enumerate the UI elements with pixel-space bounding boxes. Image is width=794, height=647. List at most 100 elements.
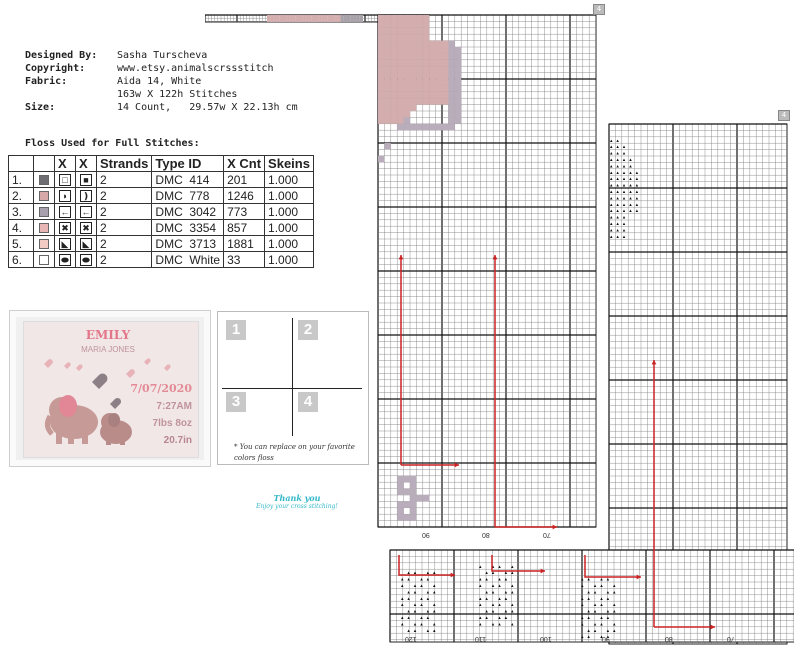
- pink-stitch: [403, 66, 410, 73]
- gray-stitch: [448, 40, 455, 47]
- pink-stitch: [442, 79, 449, 86]
- pink-stitch: [403, 98, 410, 105]
- pink-stitch: [384, 104, 391, 111]
- pink-stitch: [435, 40, 442, 47]
- gray-stitch: [422, 123, 430, 131]
- floss-color-swatch: [33, 219, 55, 236]
- top-strip-stitch: [311, 15, 315, 22]
- pink-stitch: [442, 91, 449, 99]
- pink-stitch: [442, 40, 449, 47]
- preview-canvas: EMILY MARIA JONES 7/07/2020 7:27AM 7lbs …: [23, 321, 199, 458]
- digit-stitch: [397, 501, 404, 508]
- gray-stitch: [448, 104, 455, 111]
- pink-stitch: [435, 59, 442, 67]
- gray-stitch: [448, 47, 455, 54]
- gray-stitch: [454, 66, 462, 73]
- info-label: Size:: [25, 102, 56, 113]
- pink-stitch: [410, 15, 417, 22]
- floss-symbol-a: ⬬: [54, 251, 76, 268]
- top-strip-stitch: [267, 15, 271, 22]
- top-strip-stitch: [292, 15, 296, 22]
- preview-date: 7/07/2020: [130, 382, 192, 395]
- gray-stitch: [448, 79, 455, 86]
- pink-stitch: [390, 47, 398, 54]
- pink-stitch: [410, 53, 417, 60]
- pink-stitch: [378, 21, 385, 28]
- info-label: Fabric:: [25, 76, 68, 87]
- pink-stitch: [435, 53, 442, 60]
- floss-symbol-b: ◣: [75, 235, 97, 252]
- digit-stitch: [410, 514, 417, 521]
- pink-stitch: [384, 72, 391, 79]
- pink-stitch: [410, 40, 417, 47]
- preview-time: 7:27AM: [156, 401, 192, 412]
- pink-stitch: [384, 34, 391, 41]
- pink-stitch: [410, 85, 417, 92]
- digit-stitch: [403, 475, 410, 483]
- header-color: [33, 155, 55, 172]
- pink-stitch: [422, 85, 430, 92]
- pink-stitch: [384, 79, 391, 86]
- top-strip-stitch: [359, 15, 363, 22]
- pink-stitch: [435, 91, 442, 99]
- pink-stitch: [410, 47, 417, 54]
- floss-color-swatch: [33, 203, 55, 220]
- pink-stitch: [422, 98, 430, 105]
- preview-length: 20.7in: [164, 435, 192, 446]
- preview-weight: 7lbs 8oz: [153, 418, 192, 429]
- floss-num: 3.: [8, 203, 34, 220]
- pink-stitch: [422, 34, 430, 41]
- pink-stitch: [410, 34, 417, 41]
- digit-stitch: [403, 488, 410, 495]
- pattern-grid-area: ▴ ▴▴ ▴ ▴▴ ▴ ▴▴ ▴ ▴ ▴▴ ▴ ▴ ▴▴ ▴ ▴ ▴ ▴▴ ▴ ▴ ▴ ▴▴ ▴ ▴ ▴ ▴▴ ▴ ▴ ▴ ▴▴ ▴ ▴ ▴…: [205, 14, 794, 645]
- pink-stitch: [403, 27, 410, 35]
- top-strip-stitch: [340, 15, 344, 22]
- gray-stitch: [448, 98, 455, 105]
- floss-strands: 2: [95, 235, 153, 252]
- pink-stitch: [403, 21, 410, 28]
- pink-stitch: [378, 117, 385, 124]
- gray-stitch: [454, 79, 462, 86]
- grid-tick-label: 100: [540, 635, 552, 642]
- pink-stitch: [390, 111, 398, 118]
- floss-symbol-a: ←: [54, 203, 76, 220]
- pink-stitch: [384, 85, 391, 92]
- pink-stitch: [390, 79, 398, 86]
- gray-stitch: [448, 59, 455, 67]
- pink-stitch: [390, 117, 398, 124]
- digit-stitch: [397, 482, 404, 489]
- pink-stitch: [429, 72, 436, 79]
- pink-stitch: [403, 15, 410, 22]
- top-strip-stitch: [315, 15, 319, 22]
- digit-stitch: [403, 501, 410, 508]
- floss-symbol-a: ◣: [54, 235, 76, 252]
- gray-stitch: [454, 117, 462, 124]
- pink-stitch: [429, 59, 436, 67]
- pink-stitch: [403, 91, 410, 99]
- pink-stitch: [442, 59, 449, 67]
- preview-middle: MARIA JONES: [81, 345, 135, 354]
- pink-stitch: [422, 91, 430, 99]
- page-icon-top: 4: [593, 4, 605, 15]
- gray-stitch: [448, 85, 455, 92]
- gray-stitch: [442, 123, 449, 131]
- info-value: Aida 14, White: [117, 76, 202, 87]
- big-elephant: [44, 395, 98, 444]
- pink-stitch: [378, 111, 385, 118]
- pink-stitch: [410, 27, 417, 35]
- pink-stitch: [416, 40, 423, 47]
- pink-stitch: [422, 53, 430, 60]
- pink-stitch: [410, 59, 417, 67]
- top-strip-stitch: [308, 15, 312, 22]
- pink-stitch: [416, 27, 423, 35]
- pink-stitch: [403, 53, 410, 60]
- pink-stitch: [397, 91, 404, 99]
- top-strip-stitch: [350, 15, 354, 22]
- pink-stitch: [435, 66, 442, 73]
- pink-stitch: [416, 98, 423, 105]
- grid-tick-label: 80: [482, 531, 490, 538]
- pink-stitch: [384, 111, 391, 118]
- grid-tick-label: 70: [543, 531, 551, 538]
- gray-stitch: [454, 85, 462, 92]
- pink-stitch: [442, 85, 449, 92]
